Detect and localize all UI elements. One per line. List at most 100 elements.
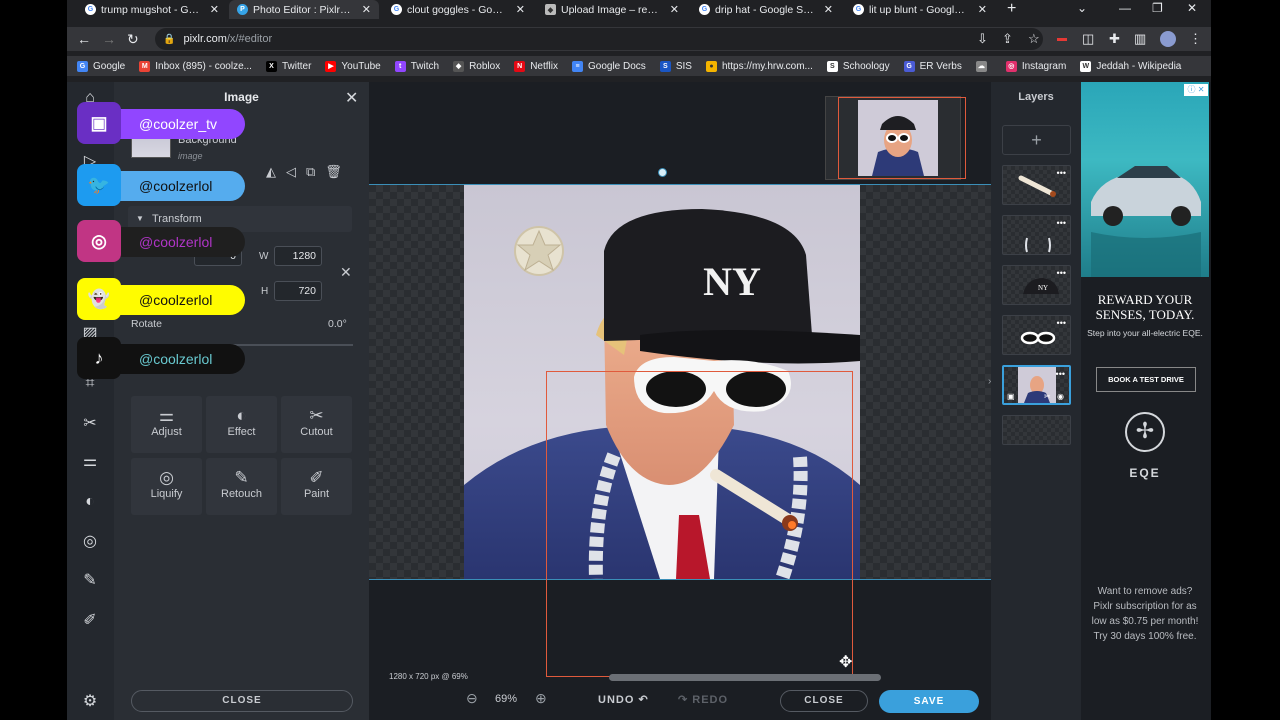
install-icon[interactable]: ⇩ xyxy=(977,31,988,47)
height-field[interactable]: 720 xyxy=(274,281,322,301)
duplicate-icon[interactable]: ⧉ xyxy=(306,164,315,180)
adjust-tool-icon[interactable]: ⚌ xyxy=(78,450,102,474)
panel-close-button[interactable]: CLOSE xyxy=(131,690,353,712)
layer-options-icon[interactable]: ••• xyxy=(1057,218,1066,228)
menu-icon[interactable]: ⋮ xyxy=(1189,31,1202,47)
tab-trump-mugshot[interactable]: G trump mugshot - Googl ✕ xyxy=(77,0,227,19)
layer-hat[interactable]: NY ••• xyxy=(1002,265,1071,305)
selection-box[interactable] xyxy=(546,371,853,677)
close-tab-icon[interactable]: ✕ xyxy=(670,3,679,16)
ad-car-image[interactable]: ⓘ ✕ xyxy=(1081,82,1209,277)
tab-search-icon[interactable]: ⌄ xyxy=(1077,0,1087,17)
effect-button[interactable]: ◐ Effect xyxy=(206,396,277,453)
layer-blunt[interactable]: ••• xyxy=(1002,165,1071,205)
share-icon[interactable]: ⇪ xyxy=(1002,31,1013,47)
side-panel-icon[interactable]: ▥ xyxy=(1134,31,1146,47)
zoom-out-icon[interactable]: ⊖ xyxy=(466,690,478,707)
paint-tool-icon[interactable]: ✐ xyxy=(78,609,102,633)
bookmark-item[interactable]: S Schoology xyxy=(826,60,890,72)
close-button[interactable]: CLOSE xyxy=(780,690,868,712)
bookmark-item[interactable]: ≡ Google Docs xyxy=(572,60,646,72)
rotate-handle[interactable] xyxy=(658,168,667,177)
flip-horizontal-icon[interactable]: ◭ xyxy=(266,164,276,180)
layer-goggles[interactable]: ••• xyxy=(1002,315,1071,355)
visibility-eye-icon[interactable]: ◉ xyxy=(1057,392,1064,401)
layer-options-icon[interactable]: ••• xyxy=(1056,369,1065,379)
extensions-puzzle-icon[interactable]: ✚ xyxy=(1109,31,1120,47)
flip-vertical-icon[interactable]: ◁ xyxy=(286,164,296,180)
retouch-button[interactable]: ✎ Retouch xyxy=(206,458,277,515)
bookmark-item[interactable]: X Twitter xyxy=(265,60,311,72)
tiktok-icon: ♪ xyxy=(77,337,121,379)
layer-chain[interactable]: ••• xyxy=(1002,215,1071,255)
bookmark-item[interactable]: ☁ xyxy=(975,60,992,72)
extension-glasses-icon[interactable]: ◫ xyxy=(1082,31,1094,47)
bookmark-item[interactable]: M Inbox (895) - coolze... xyxy=(139,60,252,72)
layer-options-icon[interactable]: ••• xyxy=(1057,168,1066,178)
bookmark-item[interactable]: ▶ YouTube xyxy=(325,60,381,72)
layer-options-icon[interactable]: ••• xyxy=(1057,318,1066,328)
retouch-tool-icon[interactable]: ✎ xyxy=(78,569,102,593)
tab-clout-goggles[interactable]: G clout goggles - Google S ✕ xyxy=(383,0,533,19)
bookmark-item[interactable]: S SIS xyxy=(659,60,692,72)
layer-background[interactable]: ••• ▣ ✂ ◉ xyxy=(1002,365,1071,405)
layer-options-icon[interactable]: ••• xyxy=(1057,268,1066,278)
cutout-tool-icon[interactable]: ✂ xyxy=(78,412,102,436)
trash-icon[interactable]: 🗑 xyxy=(325,164,342,180)
effect-tool-icon[interactable]: ◐ xyxy=(78,490,102,514)
undo-button[interactable]: UNDO ↶ xyxy=(598,693,649,706)
settings-gear-icon[interactable]: ⚙ xyxy=(78,690,102,714)
new-tab-button[interactable]: + xyxy=(1007,0,1016,17)
bookmark-star-icon[interactable]: ☆ xyxy=(1028,31,1040,47)
bookmark-item[interactable]: W Jeddah - Wikipedia xyxy=(1080,60,1181,72)
close-tab-icon[interactable]: ✕ xyxy=(362,3,371,16)
reload-icon[interactable]: ↻ xyxy=(127,31,139,47)
tab-pixlr[interactable]: P Photo Editor : Pixlr X - fr ✕ xyxy=(229,0,379,19)
bookmark-item[interactable]: N Netflix xyxy=(514,60,558,72)
zoom-in-icon[interactable]: ⊕ xyxy=(535,690,547,707)
tab-lit-up-blunt[interactable]: G lit up blunt - Google Sea ✕ xyxy=(845,0,995,19)
cutout-button[interactable]: ✂ Cutout xyxy=(281,396,352,453)
bookmark-item[interactable]: G ER Verbs xyxy=(903,60,962,72)
close-icon[interactable]: ✕ xyxy=(345,88,358,108)
profile-avatar[interactable] xyxy=(1160,31,1176,47)
ad-choices-icon[interactable]: ⓘ ✕ xyxy=(1184,84,1208,96)
bookmark-item[interactable]: ● https://my.hrw.com... xyxy=(705,60,813,72)
zoom-level[interactable]: 69% xyxy=(495,693,517,705)
remove-ads-promo[interactable]: Want to remove ads? Pixlr subscription f… xyxy=(1089,584,1201,644)
forward-icon[interactable]: → xyxy=(102,31,116,47)
layer-empty[interactable] xyxy=(1002,415,1071,445)
bookmark-item[interactable]: ◆ Roblox xyxy=(453,60,500,72)
bookmark-item[interactable]: ◎ Instagram xyxy=(1005,60,1066,72)
minimize-icon[interactable]: — xyxy=(1119,0,1131,17)
close-window-icon[interactable]: ✕ xyxy=(1187,0,1197,17)
restore-icon[interactable]: ❐ xyxy=(1152,0,1163,17)
save-button[interactable]: SAVE xyxy=(879,690,979,713)
navigator-thumbnail[interactable] xyxy=(825,96,966,180)
close-tab-icon[interactable]: ✕ xyxy=(210,3,219,16)
tab-upload-image[interactable]: ◆ Upload Image – remove ✕ xyxy=(537,0,687,19)
scissors-icon[interactable]: ✂ xyxy=(1044,392,1051,401)
canvas-area[interactable]: NY 1280 x 720 px @ 69% ✥ xyxy=(369,82,991,682)
back-icon[interactable]: ← xyxy=(77,31,91,47)
width-field[interactable]: 1280 xyxy=(274,246,322,266)
navigator-viewport[interactable] xyxy=(838,97,966,179)
close-tab-icon[interactable]: ✕ xyxy=(516,3,525,16)
liquify-tool-icon[interactable]: ◎ xyxy=(78,530,102,554)
close-tab-icon[interactable]: ✕ xyxy=(824,3,833,16)
ad-cta-button[interactable]: BOOK A TEST DRIVE xyxy=(1096,367,1196,392)
address-bar[interactable]: 🔒 pixlr.com/x/#editor xyxy=(155,28,1043,50)
tab-drip-hat[interactable]: G drip hat - Google Search ✕ xyxy=(691,0,841,19)
paint-button[interactable]: ✐ Paint xyxy=(281,458,352,515)
bookmark-item[interactable]: t Twitch xyxy=(394,60,439,72)
add-layer-button[interactable]: + xyxy=(1002,125,1071,155)
close-tab-icon[interactable]: ✕ xyxy=(978,3,987,16)
bookmark-item[interactable]: G Google xyxy=(77,60,125,72)
extension-icon[interactable]: ▬ xyxy=(1057,31,1067,47)
unlink-ratio-icon[interactable]: ✕ xyxy=(340,264,352,281)
redo-button[interactable]: ↷ REDO xyxy=(678,693,728,706)
adjust-button[interactable]: ⚌ Adjust xyxy=(131,396,202,453)
chevron-right-icon[interactable]: › xyxy=(988,376,991,387)
liquify-button[interactable]: ◎ Liquify xyxy=(131,458,202,515)
horizontal-scrollbar[interactable] xyxy=(609,674,881,681)
